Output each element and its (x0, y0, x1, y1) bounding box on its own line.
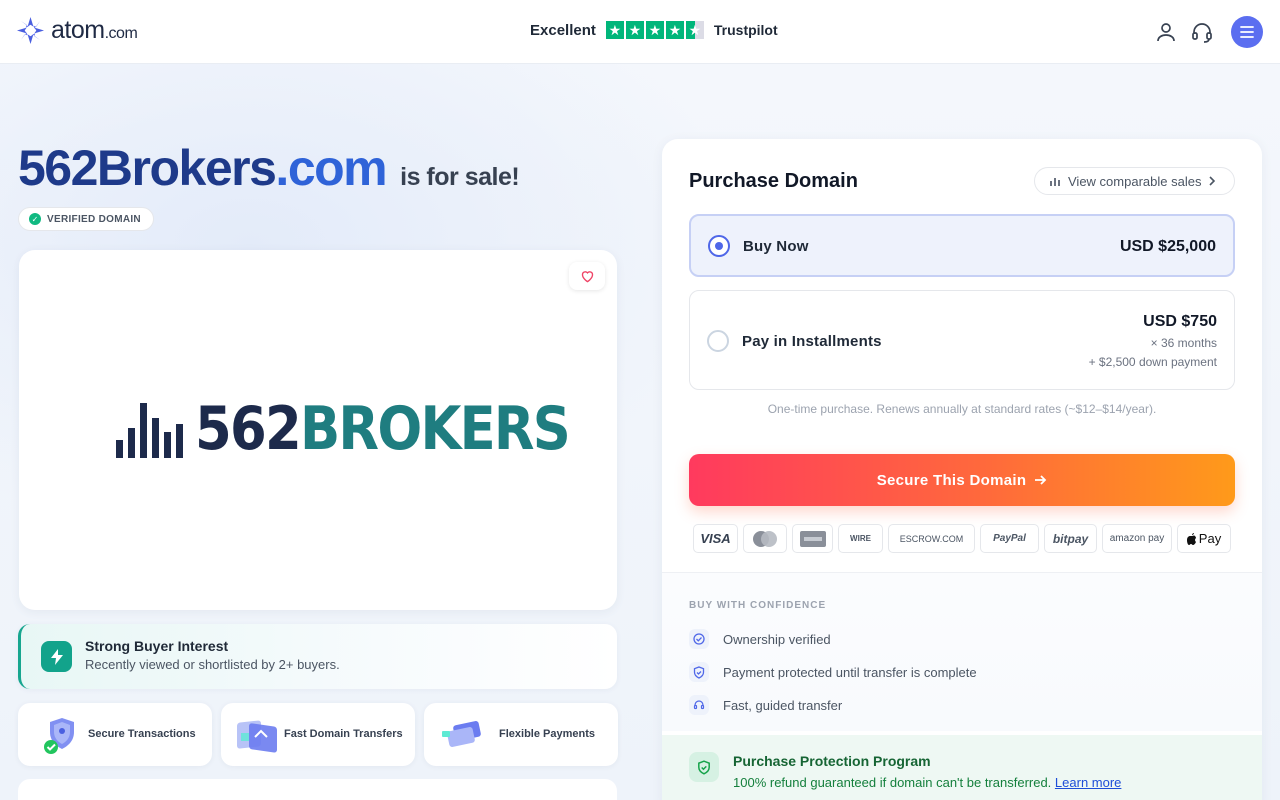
installments-label: Pay in Installments (742, 333, 882, 350)
installment-down-payment: + $2,500 down payment (1088, 355, 1217, 369)
cta-label: Secure This Domain (876, 471, 1027, 489)
atom-logo[interactable]: atom.com (16, 16, 138, 45)
comparable-sales-label: View comparable sales (1068, 173, 1202, 189)
buyer-interest-card: Strong Buyer Interest Recently viewed or… (18, 624, 617, 689)
star-icon: ★ (645, 21, 664, 39)
check-icon: ✓ (29, 213, 41, 225)
apple-pay-icon: Pay (1177, 524, 1231, 553)
site-header: atom.com Excellent ★ ★ ★ ★ ★ Trustpilot (0, 0, 1280, 64)
paypal-icon: PayPal (980, 524, 1039, 553)
domain-title: 562Brokers.com (18, 138, 388, 198)
half-star-icon: ★ (685, 21, 704, 39)
buy-now-option[interactable]: Buy Now USD $25,000 (689, 214, 1235, 277)
shield-check-icon (689, 752, 719, 782)
brand-number: 562 (195, 394, 302, 464)
trustpilot-rating[interactable]: Excellent ★ ★ ★ ★ ★ Trustpilot (530, 21, 778, 39)
payment-methods: VISA WIRE ESCROW.COM PayPal bitpay amazo… (693, 524, 1231, 553)
trust-stars: ★ ★ ★ ★ ★ (605, 21, 704, 39)
bar-chart-icon (116, 403, 183, 458)
brand-logo: 562BROKERS (116, 399, 620, 459)
installments-option[interactable]: Pay in Installments USD $750 × 36 months… (689, 290, 1235, 390)
feature-flexible-payments: Flexible Payments (424, 703, 618, 766)
trust-rating-label: Excellent (530, 21, 596, 39)
escrow-icon: ESCROW.COM (888, 524, 975, 553)
purchase-protection-banner: Purchase Protection Program 100% refund … (662, 735, 1262, 800)
brand-word: BROKERS (299, 394, 571, 464)
star-icon: ★ (665, 21, 684, 39)
secure-domain-button[interactable]: Secure This Domain (689, 454, 1235, 506)
feature-secure-transactions: Secure Transactions (18, 703, 212, 766)
logo-suffix: .com (104, 25, 138, 42)
domain-name: 562Brokers (18, 140, 277, 196)
user-icon[interactable] (1154, 20, 1178, 44)
feature-fast-transfers: Fast Domain Transfers (221, 703, 415, 766)
confidence-text: Fast, guided transfer (723, 697, 843, 713)
confidence-item: Payment protected until transfer is comp… (689, 662, 977, 682)
for-sale-text: is for sale! (400, 163, 520, 191)
apple-icon (1186, 532, 1196, 545)
buy-now-price: USD $25,000 (1119, 238, 1216, 255)
atom-star-icon (16, 16, 45, 45)
feature-label: Flexible Payments (499, 728, 595, 740)
renewal-note: One-time purchase. Renews annually at st… (767, 402, 1157, 416)
confidence-title: BUY WITH CONFIDENCE (689, 600, 827, 611)
menu-button[interactable] (1231, 16, 1263, 48)
buy-now-label: Buy Now (743, 238, 809, 255)
heart-icon (581, 271, 593, 283)
domain-logo-card: 562BROKERS (19, 250, 617, 610)
panel-title: Purchase Domain (689, 170, 858, 192)
verified-text: VERIFIED DOMAIN (47, 213, 141, 225)
chevron-right-icon (1209, 176, 1216, 186)
card-payment-icon (442, 721, 481, 747)
confidence-text: Ownership verified (723, 631, 831, 647)
interest-title: Strong Buyer Interest (85, 638, 229, 654)
confidence-item: Ownership verified (689, 629, 831, 649)
shield-icon (689, 662, 709, 682)
wire-transfer-icon: WIRE (838, 524, 883, 553)
star-icon: ★ (605, 21, 624, 39)
menu-icon (1240, 26, 1254, 38)
apple-pay-label: Pay (1198, 531, 1222, 546)
buy-now-radio[interactable] (708, 235, 730, 257)
star-icon: ★ (625, 21, 644, 39)
confidence-item: Fast, guided transfer (689, 695, 842, 715)
protection-title: Purchase Protection Program (733, 753, 931, 769)
interest-subtitle: Recently viewed or shortlisted by 2+ buy… (85, 657, 340, 672)
amazon-pay-icon: amazon pay (1102, 524, 1172, 553)
listing-title: 562Brokers.com is for sale! (18, 138, 520, 198)
shield-check-icon (44, 718, 74, 754)
headset-icon[interactable] (1190, 20, 1214, 44)
mastercard-icon (743, 524, 787, 553)
feature-label: Secure Transactions (88, 728, 196, 740)
installments-radio[interactable] (707, 330, 729, 352)
amex-icon (792, 524, 833, 553)
bar-chart-icon (1050, 178, 1060, 186)
learn-more-link[interactable]: Learn more (1055, 775, 1121, 790)
feature-label: Fast Domain Transfers (284, 728, 403, 740)
favorite-button[interactable] (569, 262, 605, 290)
transfer-icon (237, 720, 277, 753)
logo-text: atom (51, 16, 105, 44)
check-circle-icon (689, 629, 709, 649)
brand-wordmark: 562BROKERS (195, 399, 571, 459)
domain-tld: .com (275, 140, 387, 196)
lightning-icon (41, 641, 72, 672)
view-comparable-sales-button[interactable]: View comparable sales (1034, 167, 1235, 195)
installment-price: USD $750 (1143, 313, 1217, 330)
arrow-right-icon (1035, 475, 1047, 485)
visa-icon: VISA (693, 524, 738, 553)
bitpay-icon: bitpay (1044, 524, 1097, 553)
installment-term: × 36 months (1150, 336, 1217, 350)
trustpilot-brand: Trustpilot (713, 22, 778, 38)
headset-icon (689, 695, 709, 715)
purchase-panel: Purchase Domain View comparable sales Bu… (662, 139, 1262, 800)
protection-text-row: 100% refund guaranteed if domain can't b… (733, 775, 1121, 790)
protection-text: 100% refund guaranteed if domain can't b… (733, 775, 1052, 790)
next-section-card (18, 779, 617, 800)
confidence-text: Payment protected until transfer is comp… (723, 664, 977, 680)
verified-badge: ✓ VERIFIED DOMAIN (18, 207, 154, 231)
